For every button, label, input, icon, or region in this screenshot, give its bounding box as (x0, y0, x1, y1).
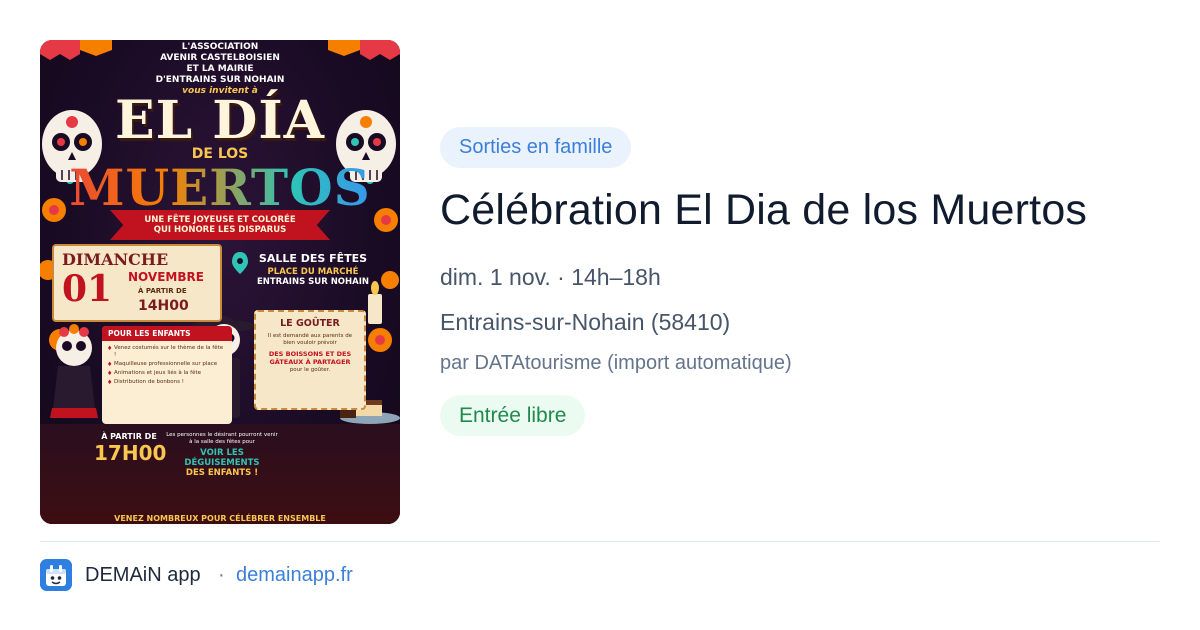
demain-app-icon (40, 559, 72, 591)
poster-association: L'ASSOCIATION AVENIR CASTELBOISIEN ET LA… (155, 42, 285, 85)
poster-date-number: 01 (62, 268, 113, 310)
poster-evening-time: À PARTIR DE 17H00 (94, 432, 167, 465)
poster-title-muertos: MUERTOS (40, 158, 400, 217)
poster-evening-highlight-2: DES ENFANTS ! (185, 468, 259, 478)
poster-gouter-text: Il est demandé aux parents de bien voulo… (267, 333, 353, 346)
poster-title-el-dia: EL DÍA (114, 90, 326, 151)
price-badge: Entrée libre (440, 395, 586, 436)
event-date-time: dim. 1 nov. · 14h–18h (440, 264, 661, 290)
poster-evening-from: À PARTIR DE (101, 432, 157, 441)
event-title: Célébration El Dia de los Muertos (440, 186, 1088, 234)
poster-kids-item: Venez costumés sur le thème de la fête ! (107, 345, 226, 359)
poster-kids-item: Maquilleuse professionnelle sur place (107, 361, 226, 368)
poster-footer-text: VENEZ NOMBREUX POUR CÉLÉBRER ENSEMBLE (114, 514, 326, 523)
poster-gouter-box: LE GOÛTER Il est demandé aux parents de … (254, 310, 366, 410)
poster-evening-highlight: VOIR LES DÉGUISEMENTS (184, 448, 260, 468)
poster-kids-item: Distribution de bonbons ! (107, 379, 226, 386)
category-badge[interactable]: Sorties en famille (440, 127, 632, 168)
poster-kids-title: POUR LES ENFANTS (102, 326, 232, 341)
poster-kids-item: Animations et jeux liés à la fête (107, 370, 226, 377)
poster-gouter-items: DES BOISSONS ET DES GÂTEAUX À PARTAGER (268, 350, 352, 366)
footer-divider (40, 541, 1160, 542)
event-location: Entrains-sur-Nohain (58410) (440, 309, 731, 335)
poster-gouter-end: pour le goûter. (289, 367, 331, 373)
event-source: par DATAtourisme (import automatique) (440, 352, 792, 374)
poster-date-day: DIMANCHE (62, 250, 169, 269)
poster-date-month: NOVEMBRE (128, 270, 204, 284)
poster-ribbon: UNE FÊTE JOYEUSE ET COLORÉE QUI HONORE L… (110, 210, 330, 240)
poster-venue-town: ENTRAINS SUR NOHAIN (256, 277, 370, 287)
app-website-link[interactable]: demainapp.fr (236, 564, 353, 587)
poster-kids-box: POUR LES ENFANTS Venez costumés sur le t… (102, 326, 232, 424)
poster-evening-info: Les personnes le désirant pourront venir… (164, 432, 280, 478)
poster-date-block: DIMANCHE 01 NOVEMBRE À PARTIR DE 14H00 (52, 244, 222, 322)
poster-venue: SALLE DES FÊTES PLACE DU MARCHÉ ENTRAINS… (248, 252, 378, 287)
poster-evening-hour: 17H00 (94, 441, 167, 465)
poster-date-from: À PARTIR DE (138, 287, 187, 295)
poster-date-time: 14H00 (138, 298, 189, 314)
app-name: DEMAiN app (85, 564, 201, 586)
footer-separator: · (218, 564, 225, 586)
poster-evening-text: Les personnes le désirant pourront venir… (166, 432, 278, 445)
poster-gouter-title: LE GOÛTER (280, 318, 340, 329)
poster-kids-list: Venez costumés sur le thème de la fête !… (102, 341, 232, 386)
poster-venue-name: SALLE DES FÊTES (258, 252, 368, 265)
event-poster-image[interactable]: L'ASSOCIATION AVENIR CASTELBOISIEN ET LA… (40, 40, 400, 524)
poster-venue-place: PLACE DU MARCHÉ (267, 267, 359, 277)
